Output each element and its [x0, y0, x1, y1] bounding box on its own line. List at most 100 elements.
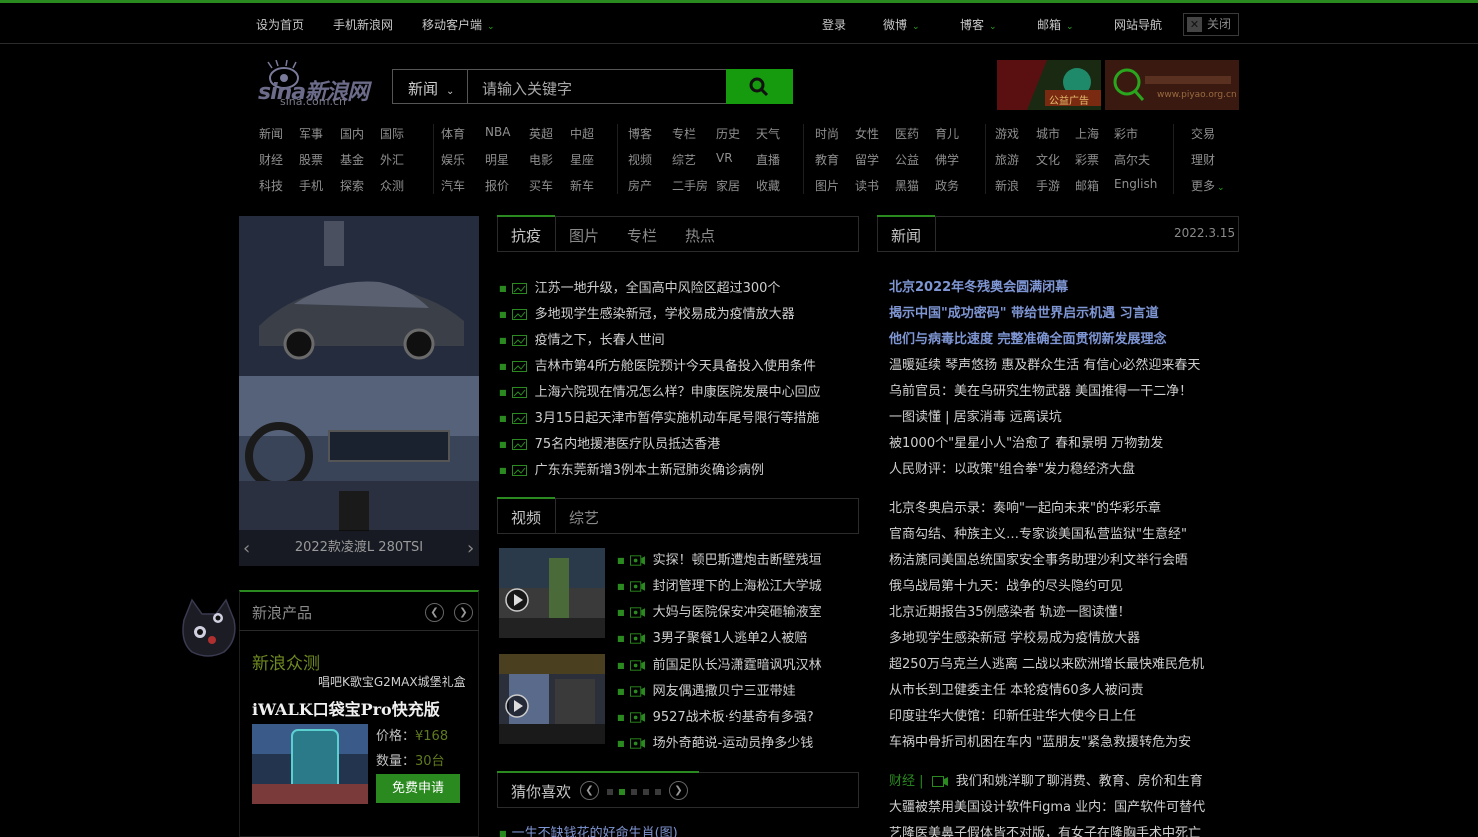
- nav-link[interactable]: 上海: [1075, 125, 1099, 142]
- right-news-item[interactable]: 一图读懂 | 居家消毒 远离误坑: [889, 406, 1062, 425]
- nav-link[interactable]: 房产: [628, 177, 652, 194]
- public-ad-banner[interactable]: 公益广告: [997, 60, 1101, 110]
- nav-link[interactable]: 邮箱: [1075, 177, 1099, 194]
- nav-link[interactable]: 科技: [259, 177, 283, 194]
- nav-link[interactable]: 留学: [855, 151, 879, 168]
- nav-link[interactable]: 国际: [380, 125, 404, 142]
- nav-link[interactable]: 报价: [485, 177, 509, 194]
- nav-link[interactable]: 明星: [485, 151, 509, 168]
- right-news-item[interactable]: 官商勾结、种族主义…专家谈美国私营监狱"生意经": [889, 523, 1187, 542]
- pager-dot-active[interactable]: [619, 789, 625, 795]
- pager-dot[interactable]: [643, 789, 649, 795]
- nav-link[interactable]: NBA: [485, 125, 510, 139]
- nav-link[interactable]: 新闻: [259, 125, 283, 142]
- headline-item[interactable]: 揭示中国"成功密码" 带给世界启示机遇 习言道: [889, 302, 1159, 321]
- video-item[interactable]: ■ 9527战术板·约基奇有多强?: [617, 706, 814, 725]
- news-item[interactable]: ■ 75名内地援港医疗队员抵达香港: [499, 433, 720, 452]
- tab-news[interactable]: 新闻: [891, 225, 921, 246]
- nav-link[interactable]: 英超: [529, 125, 553, 142]
- finance-item[interactable]: 财经 | 我们和姚洋聊了聊消费、教育、房价和生育: [889, 770, 1203, 789]
- nav-link[interactable]: 专栏: [672, 125, 696, 142]
- nav-link[interactable]: 彩市: [1114, 125, 1138, 142]
- nav-link[interactable]: 图片: [815, 177, 839, 194]
- mobile-sina-link[interactable]: 手机新浪网: [333, 16, 393, 33]
- zhongce-subtitle[interactable]: 唱吧K歌宝G2MAX城堡礼盒: [318, 673, 466, 690]
- right-news-item[interactable]: 多地现学生感染新冠 学校易成为疫情放大器: [889, 627, 1140, 646]
- tab-columns[interactable]: 专栏: [627, 225, 657, 246]
- nav-link[interactable]: 黑猫: [895, 177, 919, 194]
- nav-link[interactable]: 城市: [1036, 125, 1060, 142]
- nav-link[interactable]: 汽车: [441, 177, 465, 194]
- zhongce-product-image[interactable]: [252, 724, 368, 804]
- right-news-item[interactable]: 北京冬奥启示录：奏响"一起向未来"的华彩乐章: [889, 497, 1161, 516]
- nav-link[interactable]: English: [1114, 177, 1157, 191]
- nav-link[interactable]: 直播: [756, 151, 780, 168]
- nav-link[interactable]: 买车: [529, 177, 553, 194]
- nav-link[interactable]: 公益: [895, 151, 919, 168]
- products-next-button[interactable]: ❯: [454, 603, 473, 622]
- nav-link[interactable]: 育儿: [935, 125, 959, 142]
- video-item[interactable]: ■ 大妈与医院保安冲突砸输液室: [617, 601, 822, 620]
- right-news-item[interactable]: 被1000个"星星小人"治愈了 春和景明 万物勃发: [889, 432, 1163, 451]
- nav-link[interactable]: 中超: [570, 125, 594, 142]
- nav-link[interactable]: 手机: [299, 177, 323, 194]
- cat-mascot-icon[interactable]: [176, 596, 240, 660]
- nav-link[interactable]: 军事: [299, 125, 323, 142]
- headline-item[interactable]: 他们与病毒比速度 完整准确全面贯彻新发展理念: [889, 328, 1167, 347]
- guess-item[interactable]: ■ 一生不缺钱花的好命生肖(图): [499, 822, 678, 837]
- nav-link[interactable]: 医药: [895, 125, 919, 142]
- nav-link[interactable]: 博客: [628, 125, 652, 142]
- right-news-item[interactable]: 车祸中骨折司机困在车内 "蓝朋友"紧急救援转危为安: [889, 731, 1191, 750]
- nav-link[interactable]: 高尔夫: [1114, 151, 1150, 168]
- free-apply-button[interactable]: 免费申请: [376, 774, 460, 803]
- news-item[interactable]: ■ 江苏一地升级，全国高中风险区超过300个: [499, 277, 780, 296]
- nav-link[interactable]: 彩票: [1075, 151, 1099, 168]
- nav-link[interactable]: 体育: [441, 125, 465, 142]
- site-nav-link[interactable]: 网站导航: [1114, 16, 1162, 33]
- nav-link[interactable]: 探索: [340, 177, 364, 194]
- search-category-select[interactable]: 新闻 ⌄: [392, 69, 468, 104]
- pager-dot[interactable]: [607, 789, 613, 795]
- nav-link[interactable]: 股票: [299, 151, 323, 168]
- right-news-item[interactable]: 俄乌战局第十九天：战争的尽头隐约可见: [889, 575, 1123, 594]
- right-news-item[interactable]: 大疆被禁用美国设计软件Figma 业内：国产软件可替代: [889, 796, 1205, 815]
- nav-link[interactable]: 历史: [716, 125, 740, 142]
- nav-link[interactable]: 新车: [570, 177, 594, 194]
- nav-link[interactable]: 综艺: [672, 151, 696, 168]
- guess-next-button[interactable]: ❯: [669, 781, 688, 800]
- right-news-item[interactable]: 从市长到卫健委主任 本轮疫情60多人被问责: [889, 679, 1144, 698]
- zhongce-title[interactable]: 新浪众测: [252, 649, 320, 674]
- nav-link[interactable]: 教育: [815, 151, 839, 168]
- nav-link[interactable]: 星座: [570, 151, 594, 168]
- right-news-item[interactable]: 杨洁篪同美国总统国家安全事务助理沙利文举行会晤: [889, 549, 1188, 568]
- nav-link[interactable]: 二手房: [672, 177, 708, 194]
- nav-link[interactable]: 外汇: [380, 151, 404, 168]
- video-thumbnail[interactable]: [499, 548, 605, 638]
- nav-link[interactable]: 财经: [259, 151, 283, 168]
- news-item[interactable]: ■ 吉林市第4所方舱医院预计今天具备投入使用条件: [499, 355, 816, 374]
- headline-item[interactable]: 北京2022年冬残奥会圆满闭幕: [889, 276, 1068, 295]
- nav-link[interactable]: VR: [716, 151, 733, 165]
- nav-link[interactable]: 政务: [935, 177, 959, 194]
- tab-hot[interactable]: 热点: [685, 225, 715, 246]
- news-item[interactable]: ■ 广东东莞新增3例本土新冠肺炎确诊病例: [499, 459, 764, 478]
- tab-video[interactable]: 视频: [511, 507, 541, 528]
- video-item[interactable]: ■ 前国足队长冯潇霆暗讽巩汉林: [617, 654, 822, 673]
- right-news-item[interactable]: 乌前官员：美在乌研究生物武器 美国推得一干二净！: [889, 380, 1192, 399]
- mobile-client-dropdown[interactable]: 移动客户端 ⌄: [422, 16, 495, 33]
- products-prev-button[interactable]: ❮: [425, 603, 444, 622]
- pager-dot[interactable]: [631, 789, 637, 795]
- nav-link[interactable]: 收藏: [756, 177, 780, 194]
- nav-link[interactable]: 女性: [855, 125, 879, 142]
- right-news-item[interactable]: 超250万乌克兰人逃离 二战以来欧洲增长最快难民危机: [889, 653, 1204, 672]
- nav-link[interactable]: 佛学: [935, 151, 959, 168]
- tab-kangyi[interactable]: 抗疫: [511, 225, 541, 246]
- nav-link[interactable]: 电影: [529, 151, 553, 168]
- news-item[interactable]: ■ 多地现学生感染新冠，学校易成为疫情放大器: [499, 303, 795, 322]
- nav-link[interactable]: 视频: [628, 151, 652, 168]
- news-item[interactable]: ■ 上海六院现在情况怎么样？申康医院发展中心回应: [499, 381, 821, 400]
- right-news-item[interactable]: 温暖延续 琴声悠扬 惠及群众生活 有信心必然迎来春天: [889, 354, 1200, 373]
- nav-more-dropdown[interactable]: 更多 ⌄: [1191, 177, 1225, 194]
- news-item[interactable]: ■ 3月15日起天津市暂停实施机动车尾号限行等措施: [499, 407, 819, 426]
- mail-dropdown[interactable]: 邮箱 ⌄: [1037, 16, 1074, 33]
